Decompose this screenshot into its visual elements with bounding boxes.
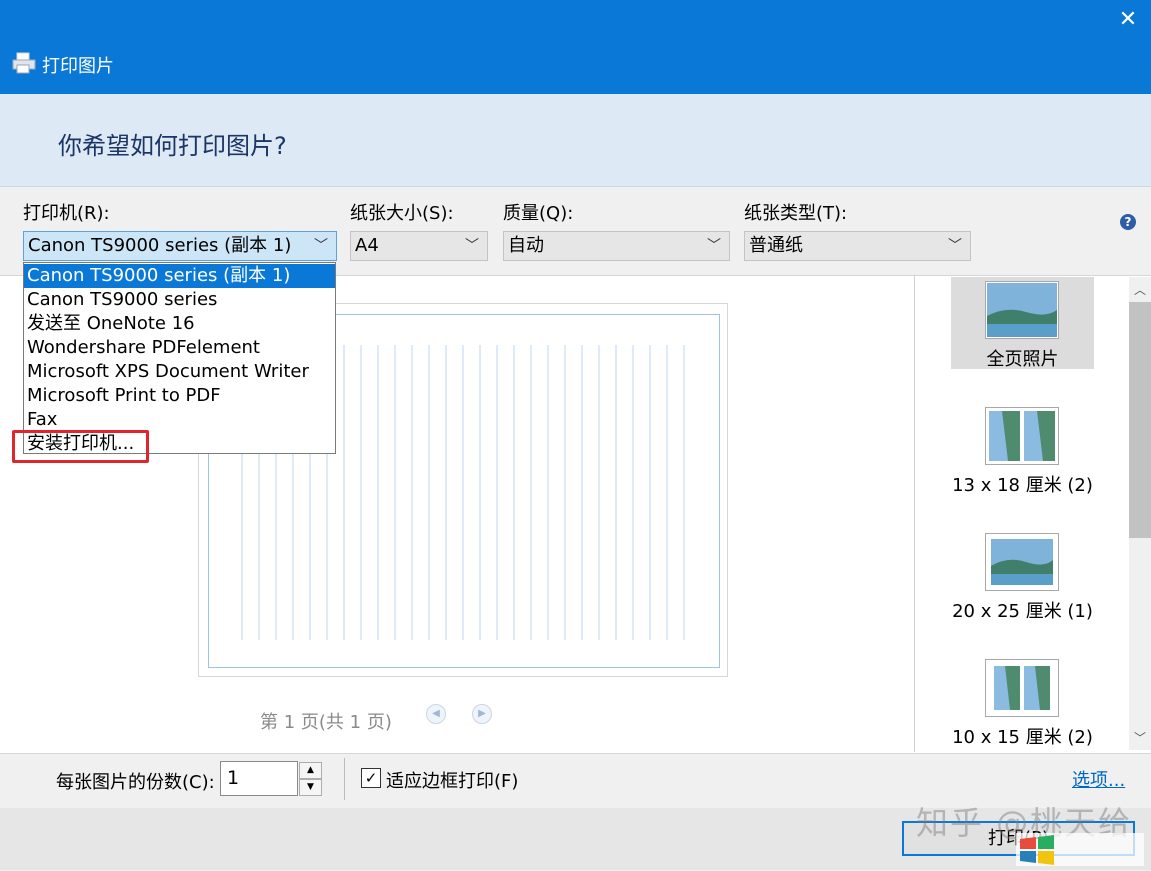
landscape-thumbnail — [985, 533, 1059, 591]
scroll-up-icon[interactable]: ︿ — [1131, 281, 1149, 299]
windows-logo-watermark — [1016, 833, 1144, 866]
previous-page-button[interactable]: ◀ — [426, 704, 446, 724]
dialog-heading: 你希望如何打印图片? — [58, 132, 287, 160]
layout-option-20x25[interactable]: 20 x 25 厘米 (1) — [951, 531, 1094, 623]
layout-label: 13 x 18 厘米 (2) — [952, 475, 1093, 496]
quality-value: 自动 — [508, 235, 544, 256]
two-photo-thumbnail — [985, 659, 1059, 717]
options-link[interactable]: 选项... — [1072, 766, 1125, 792]
copies-label: 每张图片的份数(C): — [56, 772, 215, 793]
layout-label: 20 x 25 厘米 (1) — [952, 601, 1093, 622]
paper-type-label: 纸张类型(T): — [744, 203, 848, 224]
divider — [914, 275, 915, 752]
printer-dropdown-list: Canon TS9000 series (副本 1) Canon TS9000 … — [23, 262, 336, 454]
fit-to-frame-label[interactable]: 适应边框打印(F) — [386, 767, 518, 793]
printer-option[interactable]: Microsoft XPS Document Writer — [24, 360, 335, 384]
scroll-down-icon[interactable]: ﹀ — [1131, 729, 1149, 747]
annotation-highlight-box — [12, 430, 149, 463]
next-page-button[interactable]: ▶ — [472, 704, 492, 724]
quality-select[interactable]: 自动 ﹀ — [503, 231, 730, 261]
two-photo-thumbnail — [985, 407, 1059, 465]
window-title: 打印图片 — [42, 56, 114, 77]
printer-option[interactable]: 发送至 OneNote 16 — [24, 312, 335, 336]
layout-option-10x15[interactable]: 10 x 15 厘米 (2) — [951, 657, 1094, 749]
printer-icon — [12, 52, 36, 74]
copies-increment-button[interactable]: ▲ — [299, 762, 322, 779]
scrollbar-thumb[interactable] — [1129, 302, 1151, 538]
paper-type-select[interactable]: 普通纸 ﹀ — [744, 231, 971, 261]
layout-label: 全页照片 — [986, 349, 1059, 370]
printer-option[interactable]: Microsoft Print to PDF — [24, 384, 335, 408]
paper-size-select[interactable]: A4 ﹀ — [350, 231, 488, 261]
copies-decrement-button[interactable]: ▼ — [299, 779, 322, 796]
chevron-down-icon: ﹀ — [314, 238, 328, 254]
layout-option-13x18[interactable]: 13 x 18 厘米 (2) — [951, 405, 1094, 497]
printer-option[interactable]: Fax — [24, 408, 335, 432]
chevron-down-icon: ﹀ — [707, 238, 721, 254]
landscape-thumbnail — [985, 281, 1059, 339]
paper-type-value: 普通纸 — [749, 235, 803, 256]
layout-label: 10 x 15 厘米 (2) — [952, 727, 1093, 748]
help-icon[interactable]: ? — [1120, 214, 1136, 230]
printer-select[interactable]: Canon TS9000 series (副本 1) ﹀ — [23, 231, 337, 261]
printer-select-value: Canon TS9000 series (副本 1) — [28, 235, 292, 256]
page-indicator: 第 1 页(共 1 页) — [260, 712, 392, 733]
printer-option[interactable]: Canon TS9000 series (副本 1) — [24, 264, 335, 288]
quality-label: 质量(Q): — [503, 203, 574, 224]
copies-input[interactable]: 1 — [220, 761, 298, 796]
close-button[interactable]: ✕ — [1112, 6, 1144, 34]
title-bar — [0, 0, 1151, 94]
fit-to-frame-checkbox[interactable]: ✓ — [361, 768, 381, 788]
printer-label: 打印机(R): — [23, 203, 110, 224]
layout-option-full-page[interactable]: 全页照片 — [951, 277, 1094, 370]
chevron-down-icon: ﹀ — [948, 238, 962, 254]
paper-size-value: A4 — [355, 235, 379, 256]
chevron-down-icon: ﹀ — [465, 238, 479, 254]
printer-option[interactable]: Wondershare PDFelement — [24, 336, 335, 360]
divider — [344, 758, 345, 800]
printer-option[interactable]: Canon TS9000 series — [24, 288, 335, 312]
paper-size-label: 纸张大小(S): — [350, 203, 454, 224]
